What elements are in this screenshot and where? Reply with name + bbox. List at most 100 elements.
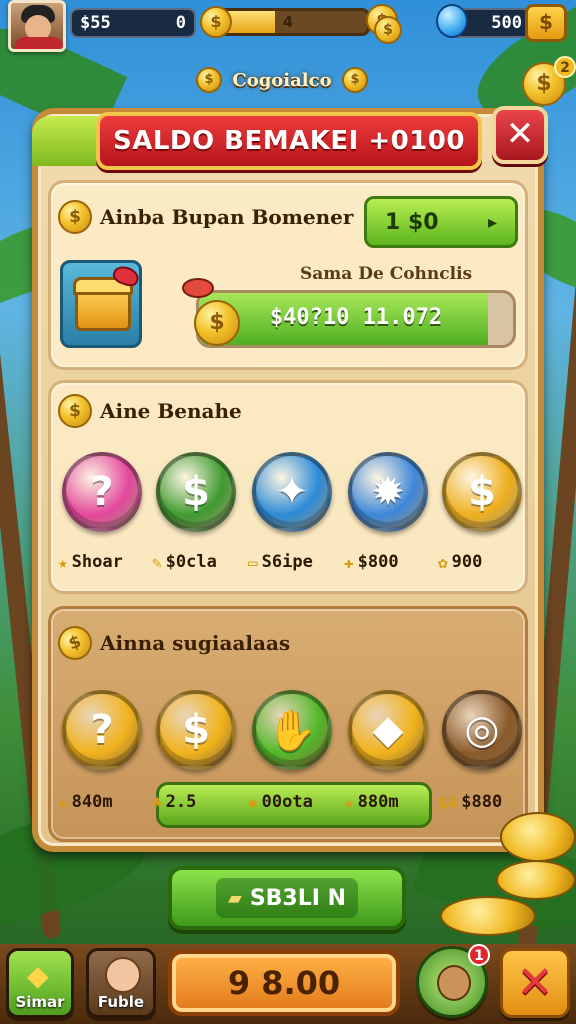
balance-section-heading: Ainba Bupan Bomener [100, 205, 354, 229]
top-status-bar: $55 0 4 $ $ $ 500 $ [0, 0, 576, 56]
balance-progress-bar: $40?10 11.072 [196, 290, 516, 348]
arrow-right-icon: ▸ [487, 211, 497, 233]
coin-badge: 2 [554, 56, 576, 78]
reward-item-label-icon: ★ [58, 552, 68, 572]
swirl-icon[interactable]: ◎ [442, 690, 522, 770]
suggestion-item-glyph: ◎ [464, 707, 500, 753]
nav-profile-button[interactable]: Fuble [86, 948, 156, 1018]
reward-item-label: ▭ S6ipe [248, 552, 313, 572]
treasure-chest-icon [60, 260, 142, 348]
suggestion-item-label-icon: ★ [58, 792, 68, 812]
reward-item-label-icon: ✎ [152, 552, 162, 572]
suggestions-section-header: $ Ainna sugiaalaas [53, 621, 291, 665]
reward-item-label-icon: ✿ [438, 552, 448, 572]
cube-icon: ◆ [27, 959, 49, 992]
leaf-icon[interactable]: ✋ [252, 690, 332, 770]
pet-face-icon [437, 965, 471, 1001]
avatar-shirt [15, 37, 63, 49]
reward-item-label-icon: ✚ [344, 552, 354, 572]
suggestion-item-glyph: ◆ [372, 707, 404, 753]
screen-subtitle: $ Cogoialco $ [196, 64, 368, 96]
reward-item-label: ✿ 900 [438, 552, 482, 572]
coin-icon: $ [53, 621, 97, 665]
coin-pile [500, 812, 576, 862]
suggestion-item-label: $4 $880 [438, 792, 502, 812]
coins-counter: $55 0 [70, 8, 196, 38]
coin-band-icon [182, 278, 214, 298]
suggestion-item-label-icon: ✱ [248, 792, 258, 812]
player-avatar[interactable] [8, 0, 66, 52]
reward-item-glyph: ? [90, 469, 114, 515]
gems-value: 500 [491, 13, 522, 33]
suggestion-item-label-text: 840m [71, 792, 113, 812]
buy-button-inner: ▰ SB3LI N [216, 878, 358, 918]
add-currency-label: $ [539, 10, 553, 34]
coin-stack-icon: $ [374, 16, 402, 44]
reward-item-label-text: S6ipe [261, 552, 313, 572]
gold-bar-icon: ▰ [227, 887, 242, 909]
reward-item-label-text: 900 [451, 552, 483, 572]
suggestion-item-glyph: ? [90, 707, 114, 753]
buy-button-label: SB3LI N [249, 885, 347, 911]
coin-pile [496, 860, 576, 900]
reward-item-label: ★ Shoar [58, 552, 123, 572]
dollar-icon[interactable]: $ [442, 452, 522, 532]
coin-pile [440, 896, 536, 936]
suggestion-item-label-text: 880m [357, 792, 399, 812]
suggestion-item-label: ★ 840m [58, 792, 113, 812]
reward-item-glyph: ✦ [275, 469, 309, 515]
nav-profile-label: Fuble [97, 993, 145, 1011]
reward-item-label-icon: ▭ [248, 552, 258, 572]
suggestion-item-label-text: 2.5 [165, 792, 197, 812]
nav-simar-button[interactable]: ◆ Simar [6, 948, 74, 1018]
reward-item-label: ✚ $800 [344, 552, 399, 572]
reward-item-glyph: $ [468, 469, 496, 515]
crystal-icon[interactable]: ◆ [348, 690, 428, 770]
coin-icon: $ [200, 6, 232, 38]
coin-icon: $ [341, 67, 368, 93]
suggestion-item-label-icon: ♣ [152, 792, 162, 812]
total-balance-value: 9 8.00 [227, 964, 341, 1002]
buy-button[interactable]: ▰ SB3LI N [168, 866, 406, 930]
profile-face-icon [105, 957, 141, 993]
question-mark-icon[interactable]: ? [62, 452, 142, 532]
reward-item-label: ✎ $0cla [152, 552, 217, 572]
dollar-icon[interactable]: $ [156, 690, 236, 770]
gem-icon [436, 4, 468, 38]
claim-button-value: 1 $0 [385, 209, 439, 235]
dialog-header-accent [32, 116, 98, 166]
suggestion-item-label-text: 00ota [261, 792, 313, 812]
suggestions-section-heading: Ainna sugiaalaas [100, 631, 291, 655]
suggestion-item-label-icon: ★ [344, 792, 354, 812]
claim-button[interactable]: 1 $0 ▸ [364, 196, 518, 248]
coin-icon: $ [196, 67, 222, 93]
dollar-icon[interactable]: $ [156, 452, 236, 532]
total-balance-display: 9 8.00 [168, 950, 400, 1016]
nav-simar-label: Simar [15, 993, 65, 1011]
reward-item-label-text: $800 [357, 552, 399, 572]
close-icon: ✕ [516, 957, 554, 1008]
cancel-button[interactable]: ✕ [500, 948, 570, 1018]
suggestion-item-label: ✱ 00ota [248, 792, 313, 812]
dialog-title-banner: SALDO BEMAKEI +0100 [96, 112, 482, 170]
reward-item-glyph: $ [182, 469, 210, 515]
suggestion-item-label-text: $880 [461, 792, 503, 812]
add-currency-button[interactable]: $ [525, 4, 567, 42]
close-button[interactable]: ✕ [492, 106, 548, 164]
rewards-section-header: $ Aine Benahe [58, 394, 242, 428]
xp-value: 4 [282, 13, 294, 31]
coins-value: 0 [175, 13, 186, 33]
reward-item-label-text: Shoar [71, 552, 123, 572]
coin-icon: $ [58, 200, 92, 234]
suggestion-item-label: ♣ 2.5 [152, 792, 196, 812]
suggestion-item-glyph: $ [182, 707, 210, 753]
progress-caption: Sama De Cohnclis [300, 264, 473, 284]
question-mark-icon[interactable]: ? [62, 690, 142, 770]
rewards-section-heading: Aine Benahe [100, 399, 242, 423]
ticket-icon[interactable]: ✦ [252, 452, 332, 532]
gear-badge-icon[interactable]: ✹ [348, 452, 428, 532]
suggestion-item-label-icon: $4 [438, 792, 458, 812]
reward-item-glyph: ✹ [371, 469, 405, 515]
coin-icon: $ [58, 394, 92, 428]
dialog-title: SALDO BEMAKEI +0100 [112, 126, 465, 156]
